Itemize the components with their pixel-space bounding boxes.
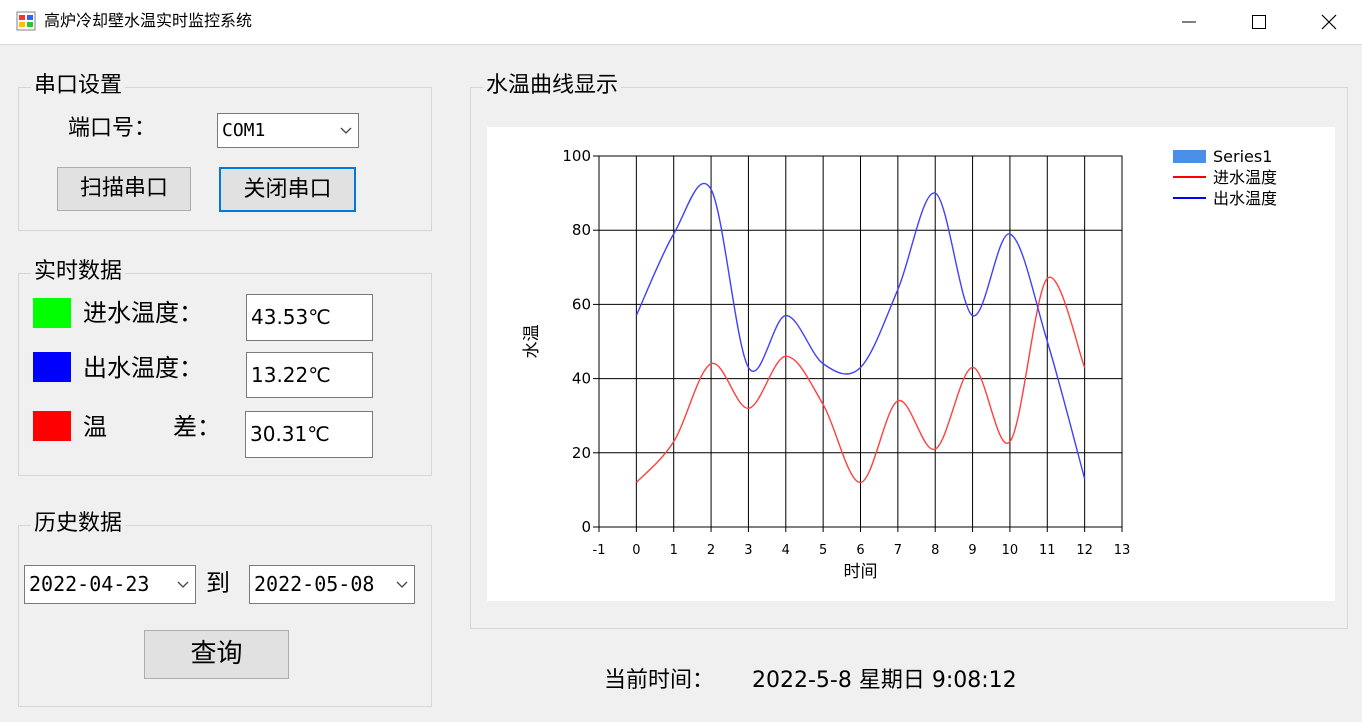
chart-group-title: 水温曲线显示 [483, 72, 622, 100]
temperature-chart: -1 0 1 2 3 4 5 6 7 8 9 10 11 12 13020406080100时间水温Seri… [522, 147, 1277, 582]
x-tick-label: 0 [632, 543, 640, 558]
x-tick-label: 6 [856, 543, 864, 558]
chart-area: -1 0 1 2 3 4 5 6 7 8 9 10 11 12 13 0 20 40 60 80 100 时间 水温 Seri… [487, 127, 1335, 601]
minimize-icon [1182, 21, 1196, 23]
x-tick-label: 10 [1002, 543, 1019, 558]
x-tick-label: 2 [707, 543, 715, 558]
y-tick-label: 40 [572, 370, 591, 388]
inlet-temp-label: 进水温度： [83, 299, 203, 327]
y-tick-label: 60 [572, 295, 591, 313]
close-port-button[interactable]: 关闭串口 [219, 167, 356, 212]
history-data-group: 历史数据 [18, 510, 432, 707]
app-icon [16, 11, 36, 31]
diff-color-swatch [33, 411, 71, 441]
maximize-icon [1252, 15, 1266, 29]
serial-group-title: 串口设置 [31, 72, 126, 100]
realtime-group-title: 实时数据 [31, 258, 126, 286]
x-tick-label: 12 [1076, 543, 1093, 558]
x-tick-label: 7 [894, 543, 902, 558]
scan-port-button[interactable]: 扫描串口 [57, 167, 191, 211]
title-bar: 高炉冷却壁水温实时监控系统 [0, 0, 1362, 45]
end-date-picker[interactable]: 2022-05-08 [249, 565, 415, 604]
outlet-temp-label: 出水温度： [83, 354, 203, 382]
port-select[interactable]: COM1 [217, 113, 359, 148]
clock-value: 2022-5-8 星期日 9:08:12 [752, 668, 1017, 693]
temp-diff-label-1: 温 [83, 413, 107, 441]
minimize-button[interactable] [1154, 0, 1224, 44]
clock-label: 当前时间： [604, 668, 715, 693]
inlet-color-swatch [33, 298, 71, 328]
start-date-value: 2022-04-23 [29, 572, 150, 596]
port-select-value: COM1 [222, 120, 266, 141]
maximize-button[interactable] [1224, 0, 1294, 44]
x-tick-label: 8 [931, 543, 939, 558]
y-tick-label: 80 [572, 221, 591, 239]
x-tick-label: 11 [1039, 543, 1056, 558]
query-button[interactable]: 查询 [144, 630, 289, 679]
y-tick-label: 0 [581, 518, 591, 536]
legend-label: 进水温度 [1213, 168, 1277, 187]
end-date-value: 2022-05-08 [254, 572, 375, 596]
chevron-down-icon [340, 127, 352, 134]
legend-label: Series1 [1213, 147, 1272, 166]
chevron-down-icon [177, 581, 189, 588]
close-window-button[interactable] [1294, 0, 1362, 44]
outlet-color-swatch [33, 352, 71, 382]
history-group-title: 历史数据 [31, 510, 126, 538]
legend-label: 出水温度 [1213, 189, 1277, 208]
y-tick-label: 20 [572, 444, 591, 462]
start-date-picker[interactable]: 2022-04-23 [24, 565, 196, 604]
x-axis-title: 时间 [844, 562, 878, 582]
x-tick-label: 9 [968, 543, 976, 558]
x-tick-label: 4 [782, 543, 790, 558]
to-label: 到 [206, 569, 230, 597]
x-tick-label: 1 [670, 543, 678, 558]
chevron-down-icon [396, 581, 408, 588]
close-icon [1321, 14, 1337, 30]
y-axis-title: 水温 [522, 325, 542, 359]
x-tick-label: -1 [593, 543, 606, 558]
y-tick-label: 100 [562, 147, 591, 165]
inlet-temp-field[interactable]: 43.53℃ [246, 294, 373, 341]
temp-diff-field[interactable]: 30.31℃ [245, 411, 373, 458]
x-tick-label: 5 [819, 543, 827, 558]
x-tick-label: 13 [1114, 543, 1131, 558]
legend-swatch [1173, 150, 1206, 163]
temp-diff-label-2: 差： [173, 413, 221, 441]
outlet-temp-field[interactable]: 13.22℃ [246, 352, 373, 398]
window-title: 高炉冷却壁水温实时监控系统 [44, 11, 253, 30]
port-label: 端口号： [68, 116, 157, 141]
x-tick-label: 3 [744, 543, 752, 558]
